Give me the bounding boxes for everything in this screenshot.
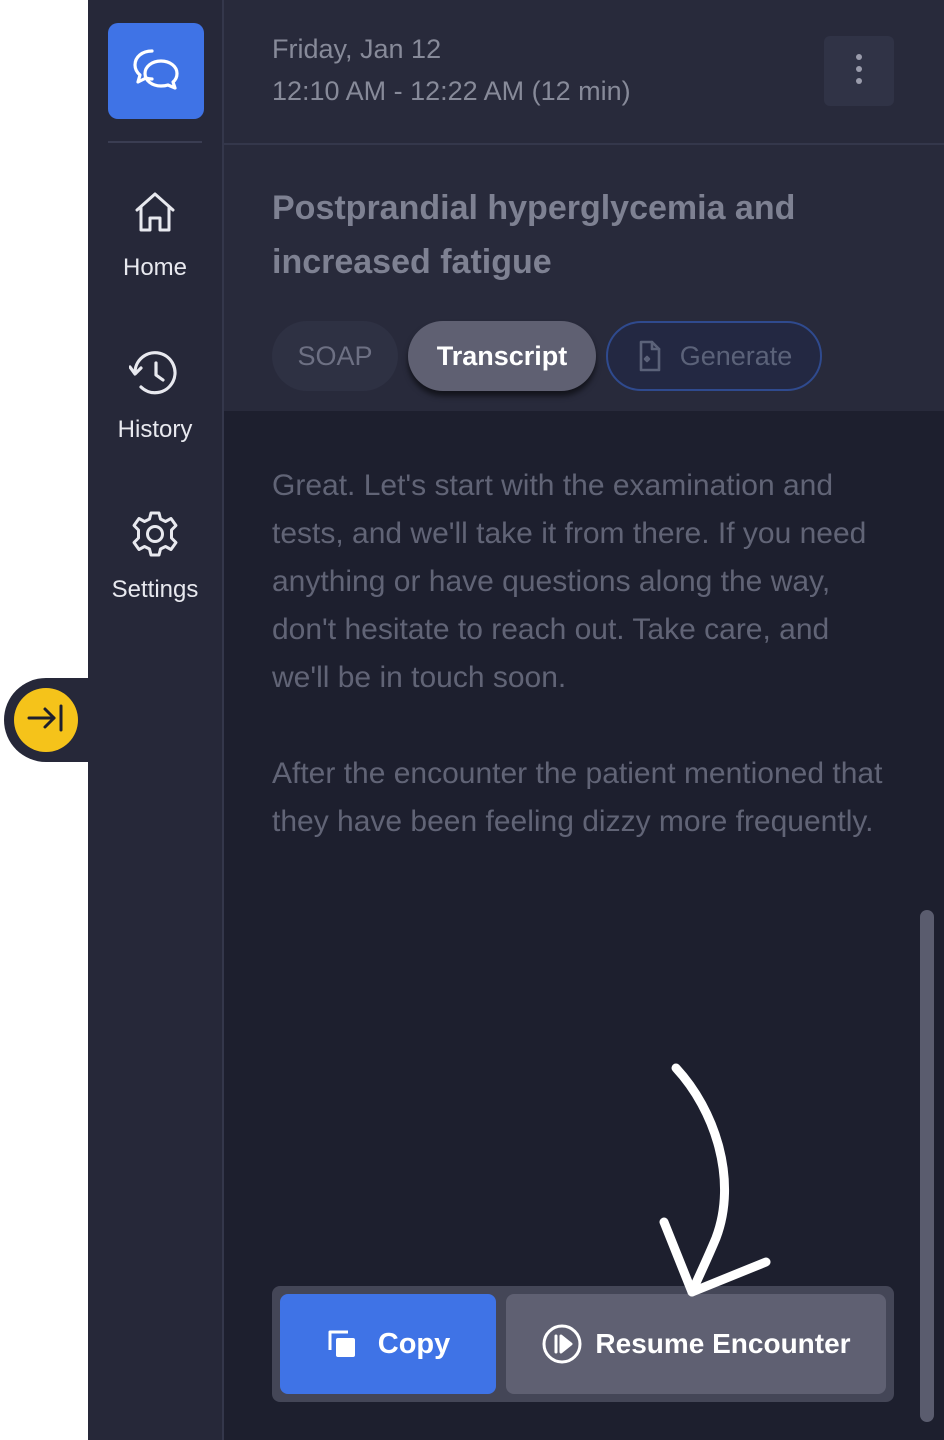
encounter-date: Friday, Jan 12 [272,34,442,64]
gear-icon [130,506,180,562]
transcript-body: Great. Let's start with the examination … [272,462,892,894]
tab-label: SOAP [297,340,373,371]
copy-icon [326,1328,358,1360]
resume-play-icon [541,1323,583,1365]
tab-transcript[interactable]: Transcript [408,321,596,391]
action-bar: Copy Resume Encounter [272,1286,894,1402]
copy-button[interactable]: Copy [280,1294,496,1394]
transcript-paragraph: After the encounter the patient mentione… [272,757,883,838]
tab-label: Transcript [436,340,568,371]
tab-label: Generate [679,340,793,371]
sidebar-item-label: Home [122,254,188,281]
kebab-menu-icon [855,53,863,90]
encounter-header: Friday, Jan 12 12:10 AM - 12:22 AM (12 m… [224,0,944,145]
tab-soap[interactable]: SOAP [272,321,398,391]
app-logo-button[interactable] [108,23,204,119]
generate-button[interactable]: Generate [606,321,822,391]
transcript-paragraph: Great. Let's start with the examination … [272,469,867,694]
arrow-right-to-bar-icon [26,702,66,739]
encounter-time-range: 12:10 AM - 12:22 AM (12 min) [272,76,631,106]
encounter-title: Postprandial hyperglycemia and increased… [272,189,796,281]
sidebar-item-home[interactable]: Home [88,184,222,304]
document-sparkle-icon [636,340,664,372]
sidebar-item-settings[interactable]: Settings [88,506,222,626]
main-panel: Friday, Jan 12 12:10 AM - 12:22 AM (12 m… [224,0,944,1440]
sidebar-item-label: Settings [111,576,199,603]
collapse-sidebar-button[interactable] [14,688,78,752]
encounter-summary: Postprandial hyperglycemia and increased… [224,145,944,411]
copy-button-label: Copy [377,1327,451,1360]
chat-bubbles-icon [131,46,181,97]
scrollbar-thumb[interactable] [920,910,934,1422]
more-options-button[interactable] [824,36,894,106]
history-icon [129,346,181,402]
home-icon [131,184,179,240]
sidebar-item-label: History [117,416,193,443]
sidebar-divider [108,141,202,143]
sidebar-item-history[interactable]: History [88,346,222,466]
resume-button-label: Resume Encounter [595,1328,851,1359]
sidebar: Home History Settings [88,0,224,1440]
resume-encounter-button[interactable]: Resume Encounter [506,1294,886,1394]
